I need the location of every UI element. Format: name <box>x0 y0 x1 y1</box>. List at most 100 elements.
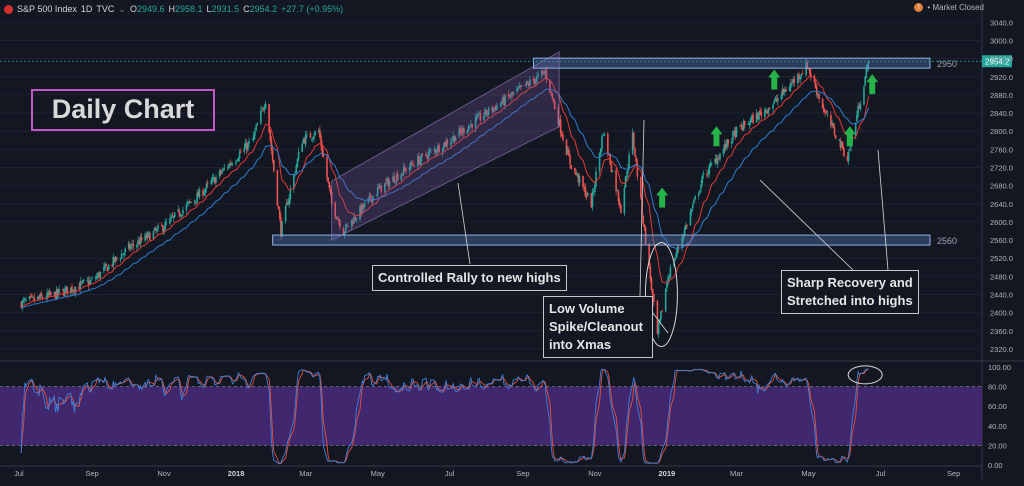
candle-body <box>309 133 312 138</box>
candle-body <box>189 201 191 203</box>
candle-body <box>625 175 628 178</box>
price-tick-label: 2720.0 <box>990 163 1013 172</box>
candle-body <box>759 110 761 113</box>
candle-body <box>843 148 845 157</box>
price-tick-label: 2520.0 <box>990 254 1013 263</box>
price-tick-label: 2920.0 <box>990 73 1013 82</box>
h-value: 2958.1 <box>175 4 203 14</box>
time-tick-label: May <box>371 469 385 478</box>
candle-body <box>182 209 184 215</box>
time-tick-label: Sep <box>85 469 98 478</box>
time-tick-label: Mar <box>730 469 743 478</box>
low-volume-note: Low Volume Spike/Cleanout into Xmas <box>543 296 653 358</box>
price-tick-label: 2880.0 <box>990 91 1013 100</box>
candle-body <box>204 189 207 193</box>
xmas-leader-1 <box>639 119 645 297</box>
chart-svg[interactable]: 2950 2560 2954.2 2320.0 2360.0 2400.0 2440.0 24… <box>0 0 1024 481</box>
candle-body <box>149 233 151 241</box>
candle-body <box>863 86 865 105</box>
candle <box>821 97 824 110</box>
candle-body <box>832 123 835 127</box>
candle <box>603 132 606 136</box>
candle-body <box>706 174 708 176</box>
candle-body <box>178 210 181 216</box>
candle <box>169 213 171 226</box>
candle-body <box>206 182 209 184</box>
candle-body <box>799 76 802 80</box>
price-tick-label: 2320.0 <box>990 345 1013 354</box>
time-tick-label: Jul <box>445 469 455 478</box>
candle <box>215 174 217 187</box>
candle-body <box>767 108 770 114</box>
candle <box>620 203 622 214</box>
price-tick-label: 2360.0 <box>990 327 1013 336</box>
candle-body <box>58 289 60 293</box>
candle <box>667 273 669 286</box>
candle <box>598 151 601 176</box>
candle-body <box>584 186 587 197</box>
stoch-tick-label: 80.00 <box>988 383 1007 392</box>
candle-body <box>591 191 594 207</box>
candle-body <box>277 206 280 210</box>
candle <box>859 100 862 112</box>
chart-area[interactable]: 2950 2560 2954.2 2320.0 2360.0 2400.0 2440.0 24… <box>0 0 1024 481</box>
candle <box>653 293 655 307</box>
candle <box>74 286 77 298</box>
level-zone-2950 <box>532 57 931 69</box>
time-tick-label: Jul <box>876 469 886 478</box>
candle-body <box>170 216 172 219</box>
o-value: 2949.6 <box>136 4 165 14</box>
candle-body <box>708 165 711 174</box>
change-value: +27.7 (+0.95%) <box>281 4 344 14</box>
recovery-leader-2 <box>877 149 889 271</box>
candle-body <box>611 171 614 173</box>
candle-body <box>25 299 27 301</box>
candle-body <box>699 190 701 194</box>
candle <box>49 290 52 297</box>
time-tick-label: 2018 <box>228 469 245 478</box>
candle-body <box>800 74 803 76</box>
candle-body <box>238 152 241 159</box>
interval[interactable]: 1D <box>81 4 93 14</box>
candle-body <box>752 114 754 123</box>
price-tick-label: 3000.0 <box>990 36 1013 45</box>
candle-body <box>684 225 687 230</box>
source: TVC <box>96 4 115 14</box>
candle-body <box>297 152 300 160</box>
candle <box>615 167 617 196</box>
price-tick-label: 2560.0 <box>990 236 1013 245</box>
candle-body <box>785 89 787 92</box>
candle-body <box>730 141 733 144</box>
candle-body <box>834 135 837 139</box>
candle-body <box>247 142 249 151</box>
candle-body <box>585 195 588 197</box>
symbol-header: S&P 500 Index 1D TVC ⌄ O 2949.6 H 2958.1 L… <box>0 0 347 18</box>
candle-body <box>661 310 663 312</box>
candle-body <box>634 148 636 157</box>
candle-body <box>643 224 646 228</box>
candle-body <box>156 228 158 232</box>
candle-body <box>328 181 331 188</box>
candle-body <box>616 190 619 192</box>
candle-body <box>748 123 751 125</box>
chevron-down-icon[interactable]: ⌄ <box>118 4 126 15</box>
candle-body <box>559 119 562 133</box>
candle-body <box>568 149 570 157</box>
candle-body <box>650 278 653 290</box>
sharp-recovery-line-2: Stretched into highs <box>787 293 913 308</box>
candle <box>284 204 287 224</box>
stoch-ellipse <box>847 365 883 385</box>
candle-body <box>40 293 43 297</box>
candle-body <box>603 133 606 136</box>
candle-body <box>327 177 329 183</box>
candle-body <box>732 131 734 141</box>
symbol-name[interactable]: S&P 500 Index <box>17 4 77 14</box>
candle-body <box>859 103 862 110</box>
candle-body <box>276 170 279 206</box>
candle-body <box>768 108 771 109</box>
candle-body <box>773 100 776 104</box>
candle-body <box>79 281 82 289</box>
candle-body <box>692 204 694 209</box>
price-tick-label: 2440.0 <box>990 290 1013 299</box>
up-arrow-icon <box>768 69 781 90</box>
